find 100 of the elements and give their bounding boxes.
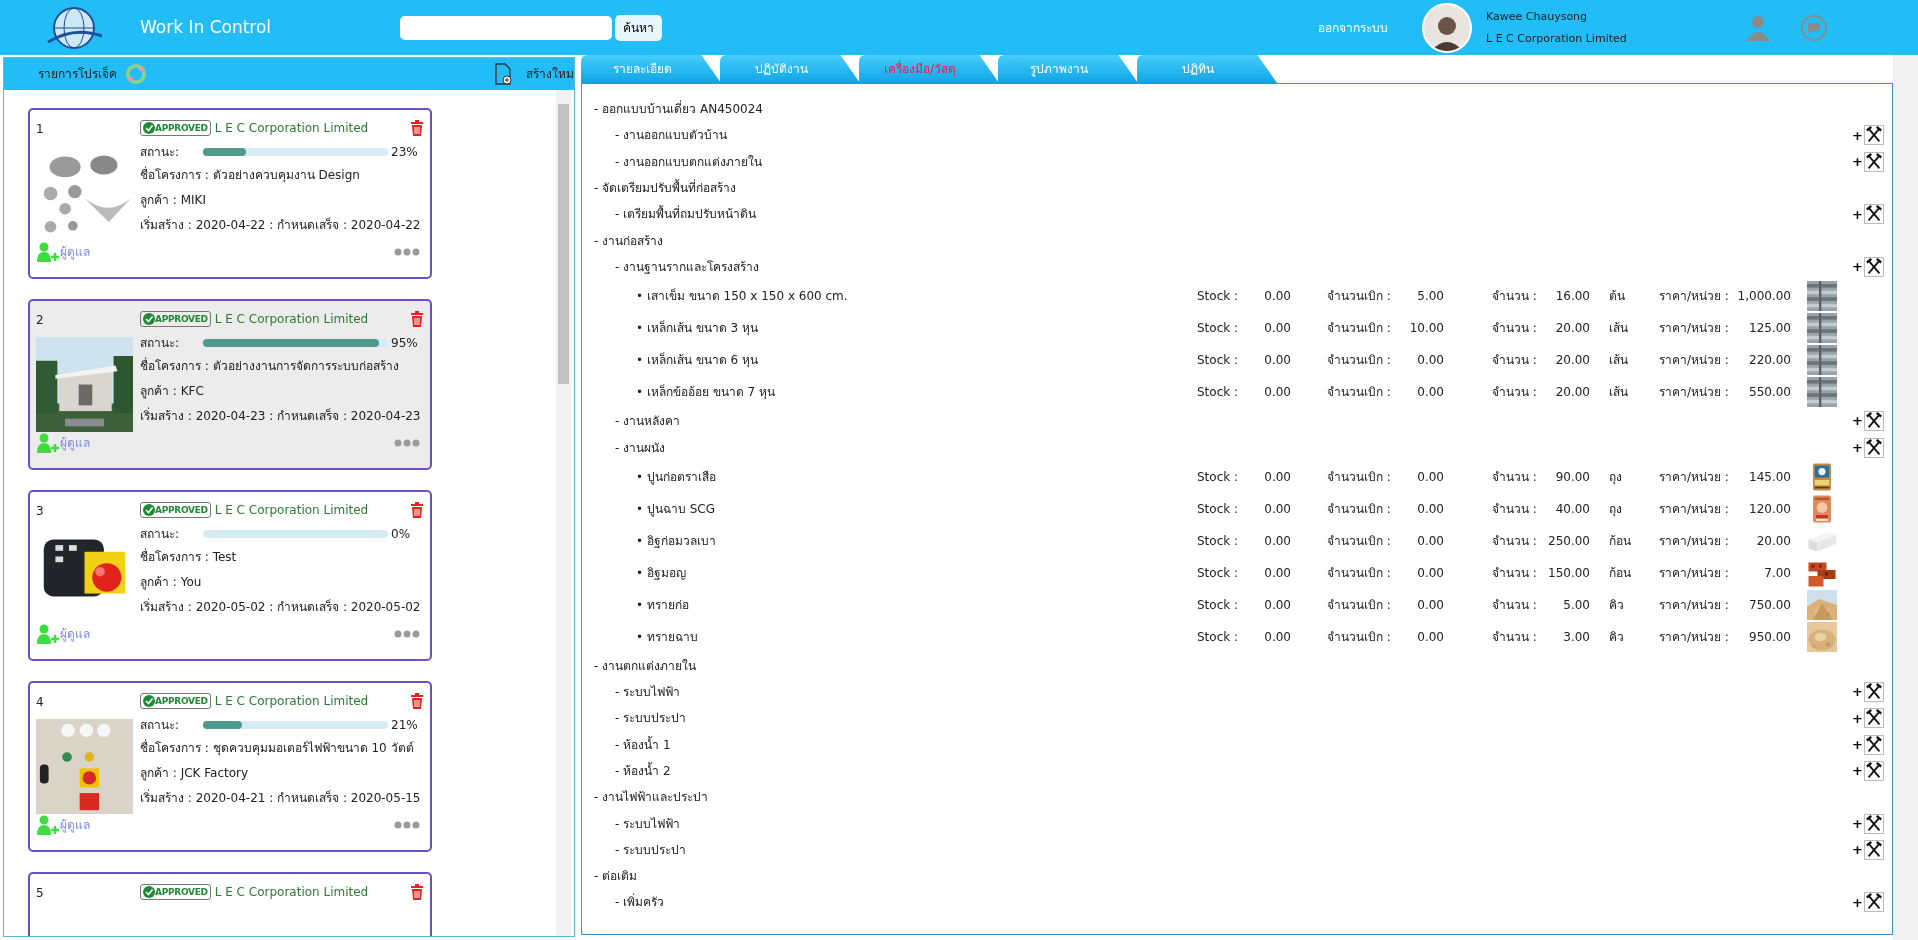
tools-icon — [1864, 708, 1884, 729]
tree-item[interactable]: - ออกแบบบ้านเดี่ยว AN450024 — [594, 100, 763, 119]
add-tool-button[interactable]: + — [1852, 839, 1884, 860]
panel-title: รายการโปรเจ็ค — [38, 65, 117, 83]
tree-item[interactable]: - ระบบไฟฟ้า — [594, 683, 681, 702]
tree-item[interactable]: - งานไฟฟ้าและประปา — [594, 788, 709, 807]
tree-item[interactable]: - ห้องน้ำ 2 — [594, 762, 671, 780]
stock-label: Stock : — [1197, 352, 1240, 370]
tree-item[interactable]: - งานผนัง — [594, 438, 666, 457]
price-label: ราคา/หน่วย : — [1659, 628, 1729, 646]
project-card[interactable]: 4 APPROVED L E C Corporation Limited สถานะ: 21% ชื่อโครงการ : ชุดควบคุมมอเตอร์ไฟฟ้าขนาด 10 วัตต์ ลูกค้า : JCK Factory เริ่มสร้าง : 2020-04-21 : กำหนดเสร็จ : 2020-05-15 ผู้ดูแล — [28, 681, 432, 852]
more-icon[interactable] — [394, 439, 420, 447]
withdrawn-value: 5.00 — [1416, 288, 1444, 306]
material-name: • เหล็กข้ออ้อย ขนาด 7 หุน — [635, 383, 776, 402]
search-button[interactable]: ค้นหา — [615, 14, 662, 41]
add-tool-button[interactable]: + — [1852, 682, 1884, 703]
add-tool-button[interactable]: + — [1852, 204, 1884, 225]
stock-value: 0.00 — [1263, 564, 1291, 582]
trash-icon[interactable] — [410, 120, 424, 136]
project-card[interactable]: 1 APPROVED L E C Corporation Limited สถานะ: 23% ชื่อโครงการ : ตัวอย่างควบคุมงาน Design ลูกค้า : MIKI เริ่มสร้าง : 2020-04-22 : กำหนดเสร็จ : 2020-04-22 ผู้ดูแล — [28, 108, 432, 279]
add-tool-button[interactable]: + — [1852, 151, 1884, 172]
project-card[interactable]: 5 APPROVED L E C Corporation Limited — [28, 872, 432, 936]
tools-icon — [1864, 892, 1884, 913]
quantity-value: 90.00 — [1554, 468, 1590, 486]
user-name: Kawee Chauysong — [1486, 8, 1589, 25]
add-tool-button[interactable]: + — [1852, 437, 1884, 458]
tree-item[interactable]: - ต่อเติม — [594, 867, 638, 886]
scrollbar-thumb[interactable] — [558, 104, 569, 384]
stock-label: Stock : — [1197, 384, 1240, 402]
more-icon[interactable] — [394, 821, 420, 829]
add-tool-button[interactable]: + — [1852, 125, 1884, 146]
add-user-icon — [36, 433, 60, 453]
add-tool-button[interactable]: + — [1852, 892, 1884, 913]
add-tool-button[interactable]: + — [1852, 256, 1884, 277]
company-name: L E C Corporation Limited — [214, 120, 369, 137]
price-label: ราคา/หน่วย : — [1659, 500, 1729, 518]
project-number: 1 — [36, 121, 45, 138]
stock-label: Stock : — [1197, 500, 1240, 518]
tree-item[interactable]: - งานออกแบบตัวบ้าน — [594, 126, 728, 145]
price-label: ราคา/หน่วย : — [1659, 352, 1729, 370]
scrollbar[interactable] — [556, 90, 571, 936]
add-user-icon — [36, 242, 60, 262]
trash-icon[interactable] — [410, 502, 424, 518]
tree-item[interactable]: - งานฐานรากและโครงสร้าง — [594, 257, 760, 276]
quantity-value: 20.00 — [1554, 384, 1590, 402]
unit-text: เส้น — [1608, 352, 1629, 370]
trash-icon[interactable] — [410, 311, 424, 327]
unit-text: คิว — [1608, 628, 1625, 646]
add-tool-button[interactable]: + — [1852, 813, 1884, 834]
add-tool-button[interactable]: + — [1852, 734, 1884, 755]
quantity-value: 20.00 — [1554, 320, 1590, 338]
tools-icon — [1864, 682, 1884, 703]
search-field[interactable] — [400, 15, 612, 40]
tree-item[interactable]: - งานออกแบบตกแต่งภายใน — [594, 152, 763, 171]
tree-item[interactable]: - ห้องน้ำ 1 — [594, 735, 671, 754]
trash-icon[interactable] — [410, 884, 424, 900]
material-name: • เหล็กเส้น ขนาด 3 หุน — [635, 319, 759, 338]
stock-value: 0.00 — [1263, 384, 1291, 402]
status-label: สถานะ: — [140, 717, 180, 734]
tree-item[interactable]: - ระบบไฟฟ้า — [594, 814, 681, 833]
tree-item[interactable]: - งานตกแต่งภายใน — [594, 656, 697, 675]
withdrawn-value: 0.00 — [1416, 468, 1444, 486]
project-number: 4 — [36, 694, 45, 711]
create-link[interactable]: สร้างใหม — [494, 63, 574, 85]
tree-item[interactable]: - จัดเตรียมปรับพื้นที่ก่อสร้าง — [594, 179, 737, 198]
tree-item[interactable]: - เตรียมพื้นที่ถมปรับหน้าดิน — [594, 205, 757, 224]
tree-item[interactable]: - งานก่อสร้าง — [594, 231, 664, 250]
unit-text: เส้น — [1608, 320, 1629, 338]
tree-item[interactable]: - ระบบประปา — [594, 709, 687, 728]
price-label: ราคา/หน่วย : — [1659, 288, 1729, 306]
withdrawn-value: 0.00 — [1416, 564, 1444, 582]
check-icon — [143, 504, 155, 516]
tree-item[interactable]: - งานหลังคา — [594, 412, 681, 431]
stock-value: 0.00 — [1263, 468, 1291, 486]
add-tool-button[interactable]: + — [1852, 761, 1884, 781]
tools-icon — [1864, 813, 1884, 834]
chat-icon[interactable] — [1800, 13, 1828, 42]
price-value: 125.00 — [1748, 320, 1791, 338]
project-card[interactable]: 2 APPROVED L E C Corporation Limited สถานะ: 95% ชื่อโครงการ : ตัวอย่างงานการจัดการระบบก่อสร้าง ลูกค้า : KFC เริ่มสร้าง : 2020-04-23 : กำหนดเสร็จ : 2020-04-23 ผู้ดูแล — [28, 299, 432, 470]
user-icon[interactable] — [1746, 14, 1770, 41]
add-tool-button[interactable]: + — [1852, 411, 1884, 432]
tools-icon — [1864, 734, 1884, 755]
project-card[interactable]: 3 APPROVED L E C Corporation Limited สถานะ: 0% ชื่อโครงการ : Test ลูกค้า : You เริ่มสร้าง : 2020-05-02 : กำหนดเสร็จ : 2020-05-02 ผู้ดูแล — [28, 490, 432, 661]
approved-badge: APPROVED — [140, 693, 211, 709]
withdrawn-value: 0.00 — [1416, 596, 1444, 614]
more-icon[interactable] — [394, 630, 420, 638]
trash-icon[interactable] — [410, 693, 424, 709]
stock-value: 0.00 — [1263, 532, 1291, 550]
more-icon[interactable] — [394, 248, 420, 256]
tree-item[interactable]: - ระบบประปา — [594, 840, 687, 859]
project-number: 3 — [36, 503, 45, 520]
price-value: 20.00 — [1755, 532, 1791, 550]
quantity-value: 5.00 — [1562, 596, 1590, 614]
add-user-icon — [36, 815, 60, 835]
tree-item[interactable]: - เพิ่มครัว — [594, 893, 665, 912]
check-icon — [143, 886, 155, 898]
scrollbar[interactable] — [1893, 55, 1918, 940]
material-name: • อิฐมอญ — [635, 564, 687, 582]
unit-text: เส้น — [1608, 384, 1629, 402]
add-tool-button[interactable]: + — [1852, 708, 1884, 729]
